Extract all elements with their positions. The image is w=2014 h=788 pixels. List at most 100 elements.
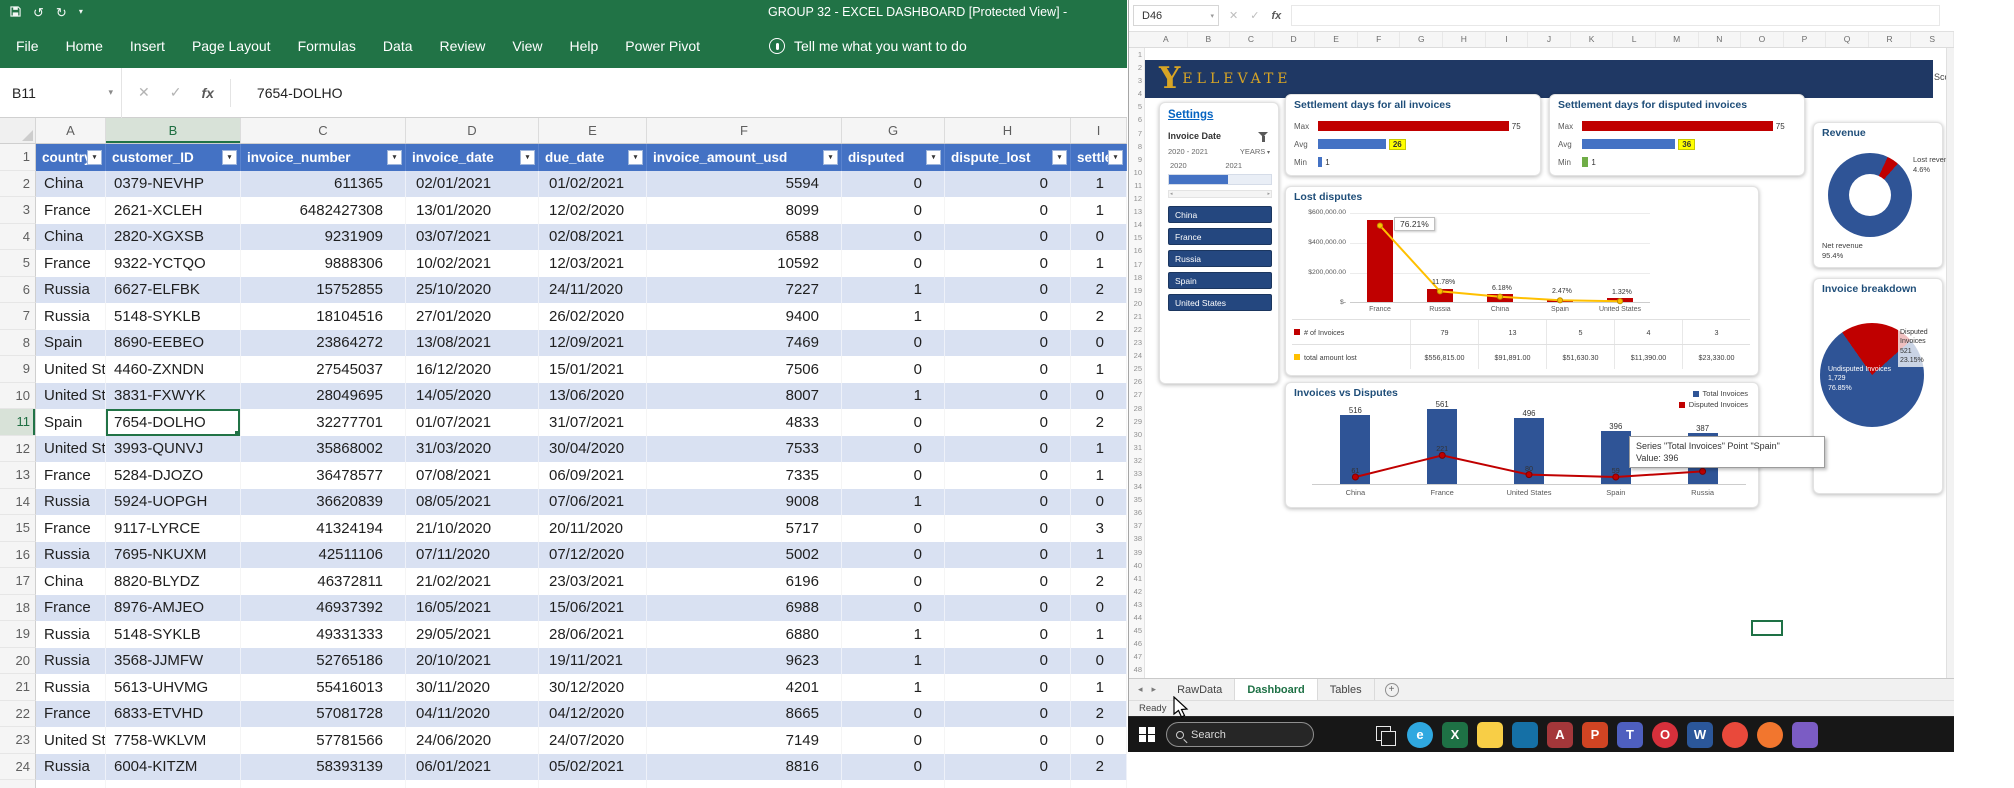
rw-name-box[interactable]: D46 ▾ — [1133, 5, 1219, 26]
row-number-12[interactable]: 12 — [1129, 192, 1144, 205]
cell-H16[interactable]: 0 — [945, 541, 1071, 568]
cell-H10[interactable]: 0 — [945, 382, 1071, 409]
column-header-L[interactable]: L — [1613, 32, 1656, 47]
quick-access-menu-icon[interactable]: ▾ — [79, 8, 83, 16]
cell-C20[interactable]: 52765186 — [241, 647, 406, 674]
row-number-17[interactable]: 17 — [0, 568, 36, 595]
cell-H12[interactable]: 0 — [945, 435, 1071, 462]
taskbar-app-excel-icon[interactable]: X — [1442, 721, 1468, 748]
row-number-3[interactable]: 3 — [0, 197, 36, 224]
granularity-dropdown[interactable]: YEARS — [1240, 147, 1270, 156]
column-header-D[interactable]: D — [406, 118, 539, 143]
cell-E16[interactable]: 07/12/2020 — [539, 541, 647, 568]
row-number-8[interactable]: 8 — [0, 329, 36, 356]
column-header-E[interactable]: E — [539, 118, 647, 143]
cell-G20[interactable]: 1 — [842, 647, 945, 674]
filter-button-icon[interactable]: ▾ — [823, 149, 838, 165]
cell-G9[interactable]: 0 — [842, 356, 945, 383]
cell-F15[interactable]: 5717 — [647, 515, 842, 542]
timeline-scrollbar[interactable] — [1168, 190, 1272, 198]
active-cell[interactable] — [1751, 620, 1783, 636]
slicer-item-russia[interactable]: Russia — [1168, 250, 1272, 267]
taskbar-app-file-explorer-icon[interactable] — [1477, 721, 1503, 748]
cell-G10[interactable]: 1 — [842, 382, 945, 409]
tell-me[interactable]: Tell me what you want to do — [769, 38, 967, 54]
cell-I6[interactable]: 2 — [1071, 276, 1127, 303]
cell-C17[interactable]: 46372811 — [241, 568, 406, 595]
column-header-N[interactable]: N — [1699, 32, 1742, 47]
cell-I11[interactable]: 2 — [1071, 409, 1127, 436]
sheet-tab-tables[interactable]: Tables — [1318, 679, 1375, 700]
rw-formula-input[interactable] — [1291, 5, 1940, 26]
cell-B20[interactable]: 3568-JJMFW — [106, 647, 241, 674]
row-number-24[interactable]: 24 — [0, 753, 36, 780]
header-disputed[interactable]: disputed ▾ — [842, 144, 945, 171]
column-header-O[interactable]: O — [1741, 32, 1784, 47]
name-box-dropdown-icon[interactable]: ▾ — [108, 87, 113, 98]
cell-H5[interactable]: 0 — [945, 250, 1071, 277]
column-header-S[interactable]: S — [1911, 32, 1954, 47]
rw-cancel-icon[interactable]: ✕ — [1229, 9, 1238, 22]
settlement-disputed-chart[interactable]: Settlement days for disputed invoices Ma… — [1549, 94, 1805, 176]
cell-C14[interactable]: 36620839 — [241, 488, 406, 515]
filter-button-icon[interactable]: ▾ — [926, 149, 941, 165]
row-number-26[interactable]: 26 — [1129, 375, 1144, 388]
cell-H23[interactable]: 0 — [945, 727, 1071, 754]
ribbon-tab-view[interactable]: View — [512, 38, 542, 54]
row-number-23[interactable]: 23 — [0, 727, 36, 754]
cell-B3[interactable]: 2621-XCLEH — [106, 197, 241, 224]
name-box[interactable]: B11 ▾ — [0, 67, 122, 118]
cell-H21[interactable]: 0 — [945, 674, 1071, 701]
cell-A19[interactable]: Russia — [36, 621, 106, 648]
cell[interactable] — [406, 780, 539, 788]
row-number-25[interactable]: 25 — [1129, 362, 1144, 375]
cell[interactable] — [241, 780, 406, 788]
cell-F14[interactable]: 9008 — [647, 488, 842, 515]
cell-G4[interactable]: 0 — [842, 223, 945, 250]
row-number-46[interactable]: 46 — [1129, 637, 1144, 650]
data-table-cell[interactable]: 5 — [1546, 320, 1614, 344]
cell-F23[interactable]: 7149 — [647, 727, 842, 754]
cell-I16[interactable]: 1 — [1071, 541, 1127, 568]
row-number-20[interactable]: 20 — [0, 647, 36, 674]
cell-D6[interactable]: 25/10/2020 — [406, 276, 539, 303]
cell-A21[interactable]: Russia — [36, 674, 106, 701]
header-settled[interactable]: settled▾ — [1071, 144, 1127, 171]
data-table-cell[interactable]: 13 — [1478, 320, 1546, 344]
filter-button-icon[interactable]: ▾ — [1108, 149, 1123, 165]
cell-E11[interactable]: 31/07/2021 — [539, 409, 647, 436]
cell-D16[interactable]: 07/11/2020 — [406, 541, 539, 568]
invoice-breakdown-chart[interactable]: Invoice breakdown Undisputed Invoices 1,… — [1813, 278, 1943, 494]
ribbon-tab-help[interactable]: Help — [570, 38, 599, 54]
filter-button-icon[interactable]: ▾ — [628, 149, 643, 165]
cell-I5[interactable]: 1 — [1071, 250, 1127, 277]
cell-E6[interactable]: 24/11/2020 — [539, 276, 647, 303]
cell-C2[interactable]: 611365 — [241, 170, 406, 197]
row-number-29[interactable]: 29 — [1129, 415, 1144, 428]
taskbar-app-task-view-icon[interactable] — [1372, 722, 1398, 748]
cell-E22[interactable]: 04/12/2020 — [539, 700, 647, 727]
column-header-H[interactable]: H — [1443, 32, 1486, 47]
cell[interactable] — [647, 780, 842, 788]
vertical-scrollbar[interactable] — [1946, 48, 1954, 678]
row-number-38[interactable]: 38 — [1129, 532, 1144, 545]
row-number-21[interactable]: 21 — [1129, 310, 1144, 323]
cell-D21[interactable]: 30/11/2020 — [406, 674, 539, 701]
cell-I23[interactable]: 0 — [1071, 727, 1127, 754]
row-number-43[interactable]: 43 — [1129, 598, 1144, 611]
cell-D11[interactable]: 01/07/2021 — [406, 409, 539, 436]
row-number-10[interactable]: 10 — [1129, 166, 1144, 179]
column-header-A[interactable]: A — [36, 118, 106, 143]
cell-A3[interactable]: France — [36, 197, 106, 224]
cell-F8[interactable]: 7469 — [647, 329, 842, 356]
row-number-16[interactable]: 16 — [1129, 244, 1144, 257]
formula-bar-value[interactable]: 7654-DOLHO — [257, 85, 343, 101]
cell-E19[interactable]: 28/06/2021 — [539, 621, 647, 648]
cell-C9[interactable]: 27545037 — [241, 356, 406, 383]
row-number-4[interactable]: 4 — [1129, 87, 1144, 100]
column-header-P[interactable]: P — [1784, 32, 1827, 47]
cell-B7[interactable]: 5148-SYKLB — [106, 303, 241, 330]
cell-B5[interactable]: 9322-YCTQO — [106, 250, 241, 277]
cell-D9[interactable]: 16/12/2020 — [406, 356, 539, 383]
timeline-slider[interactable] — [1168, 174, 1272, 185]
